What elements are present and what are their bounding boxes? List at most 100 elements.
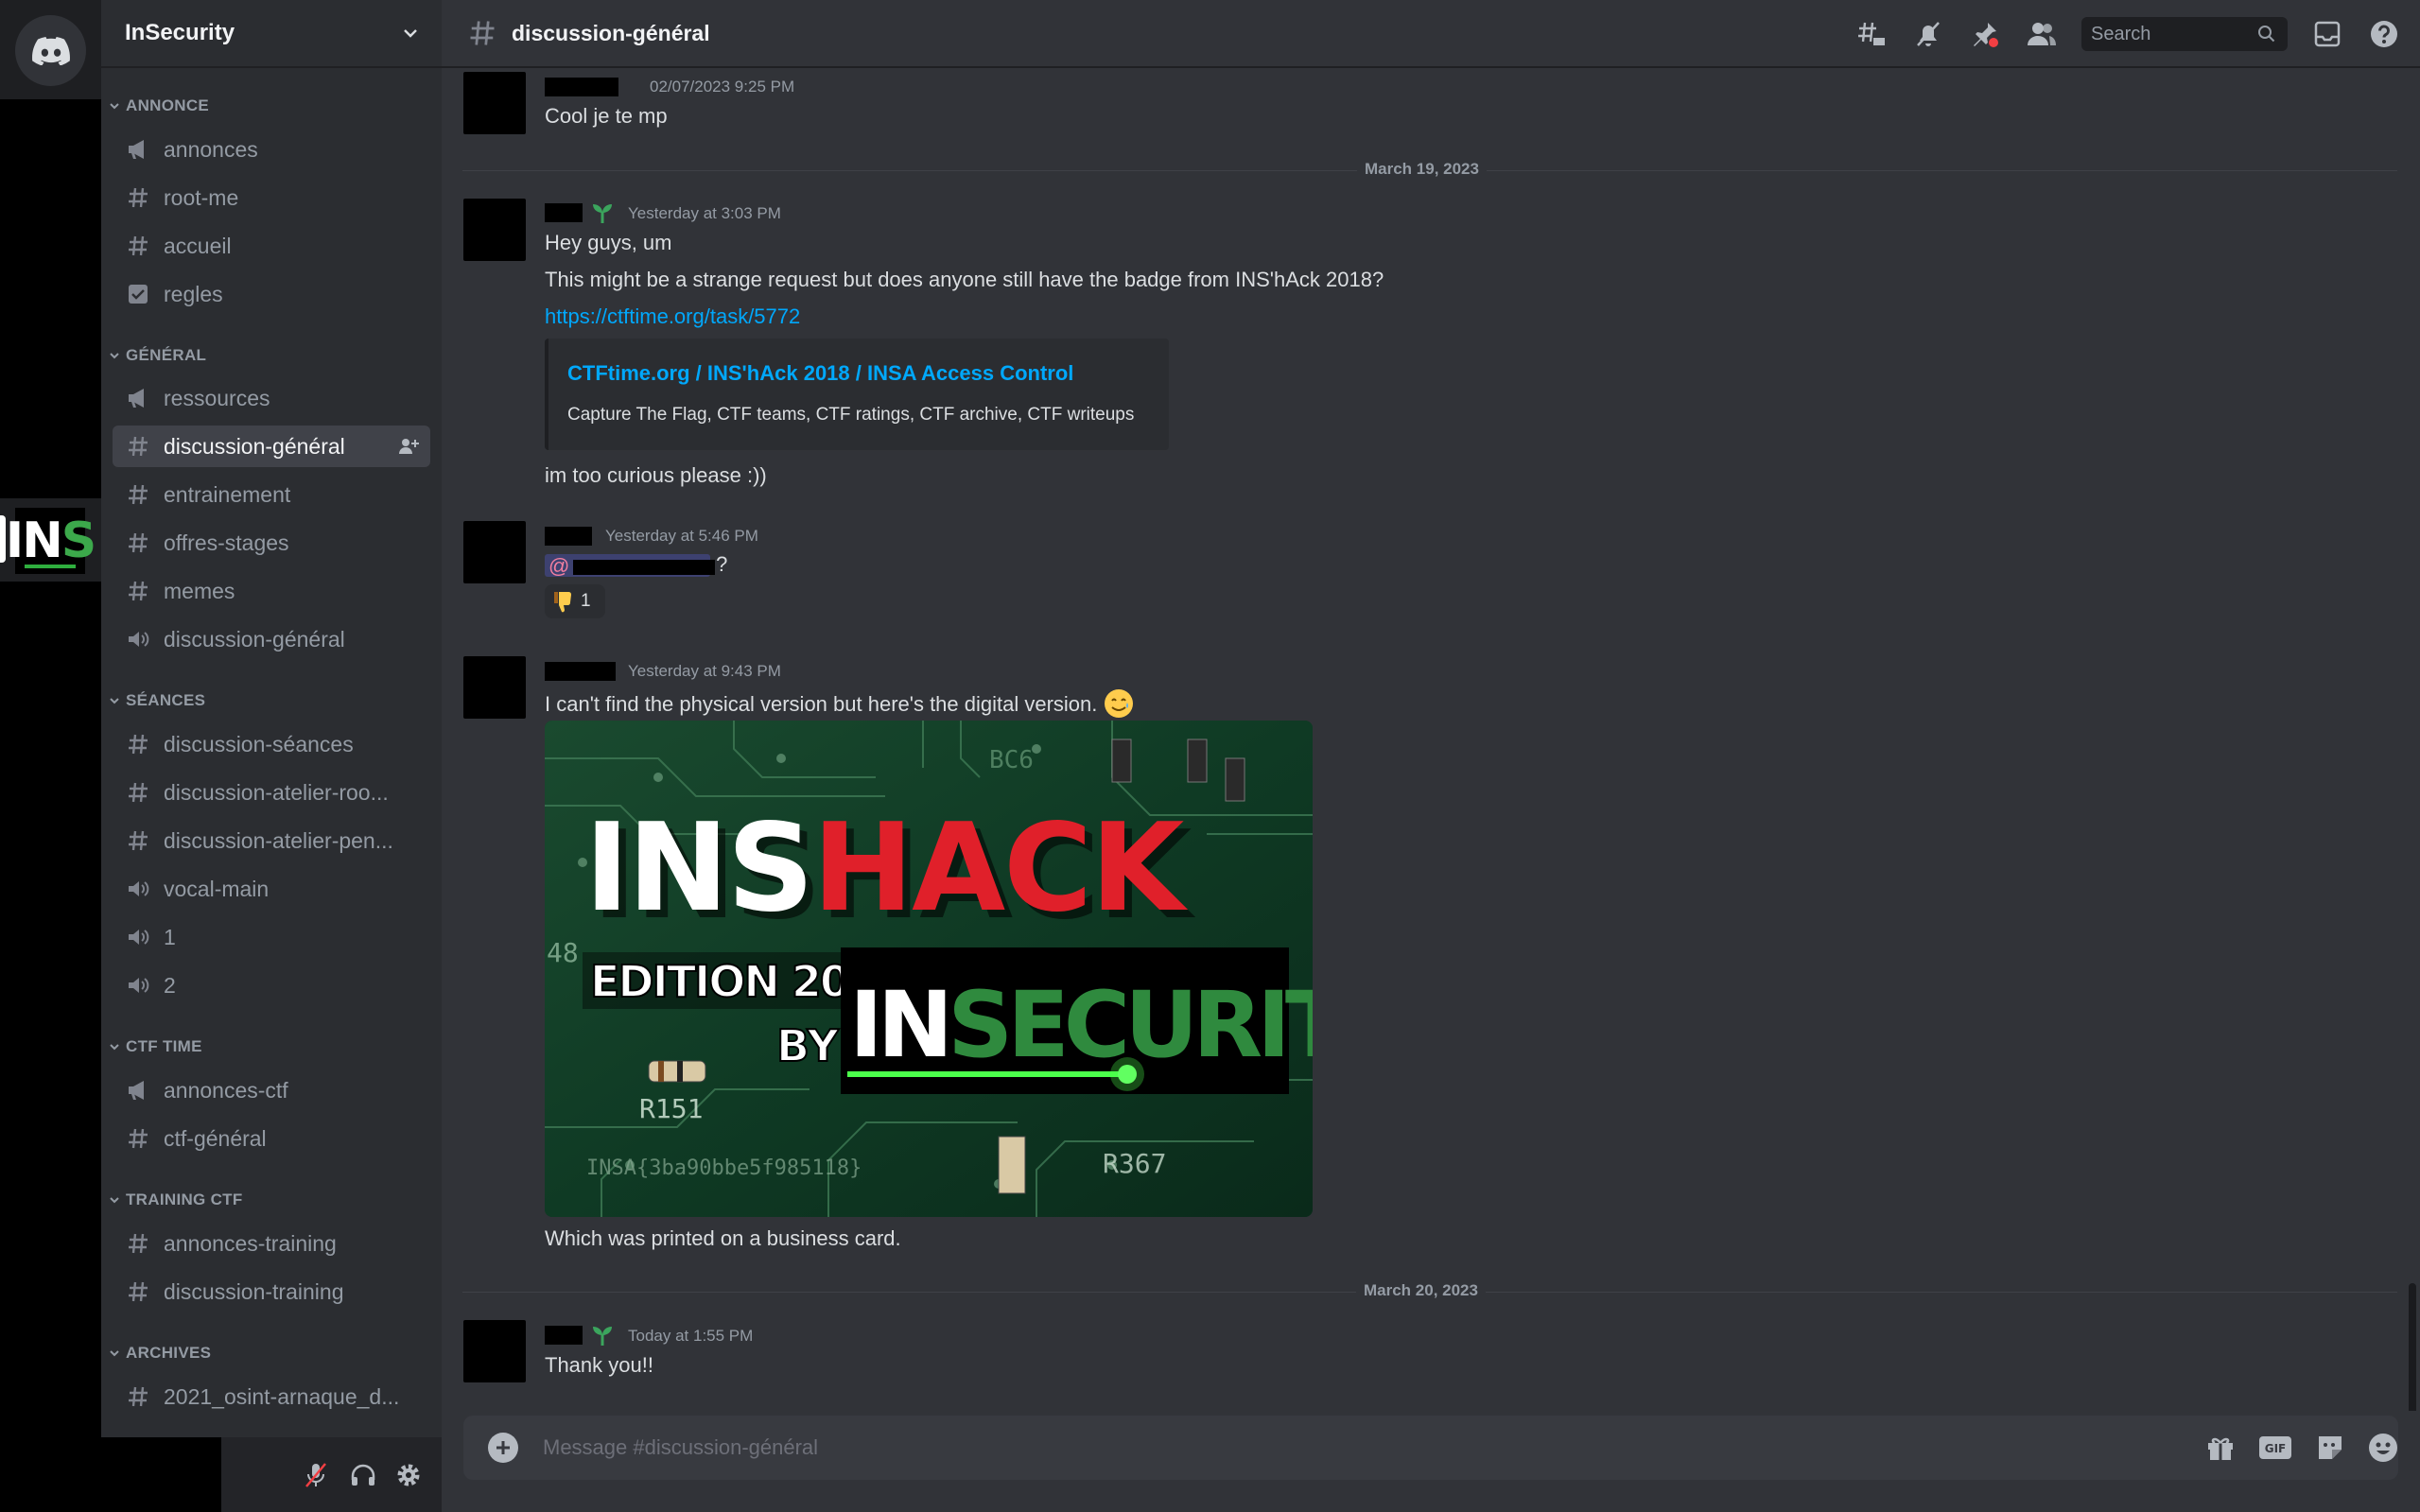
attach-button[interactable]: [488, 1433, 518, 1463]
username-redacted[interactable]: [545, 203, 583, 222]
user-mention[interactable]: @: [545, 554, 716, 579]
category-ctf-time[interactable]: CTF TIME: [109, 1037, 202, 1056]
reaction-thumbs-down[interactable]: 1: [545, 584, 605, 618]
channel-ctf-general[interactable]: ctf-général: [113, 1118, 430, 1159]
channel-discussion-general-voice[interactable]: discussion-général: [113, 618, 430, 660]
channel-annonces-training[interactable]: annonces-training: [113, 1223, 430, 1264]
threads-button[interactable]: [1854, 17, 1889, 51]
channel-voice-2[interactable]: 2: [113, 965, 430, 1006]
search-input[interactable]: Search: [2081, 17, 2288, 51]
speaker-icon: [126, 627, 150, 652]
message-text: Thank you!!: [545, 1353, 653, 1377]
user-settings-button[interactable]: [392, 1458, 426, 1492]
channel-osint[interactable]: 2021_osint-arnaque_d...: [113, 1376, 430, 1417]
category-archives[interactable]: ARCHIVES: [109, 1344, 211, 1363]
avatar[interactable]: [463, 521, 526, 583]
speaker-icon: [126, 973, 150, 998]
search-placeholder: Search: [2091, 23, 2151, 44]
message-link[interactable]: https://ctftime.org/task/5772: [545, 304, 800, 329]
reaction-count: 1: [581, 591, 591, 611]
channel-discussion-atelier-roo[interactable]: discussion-atelier-roo...: [113, 772, 430, 813]
threads-icon: [1858, 22, 1885, 45]
hash-icon: [126, 579, 150, 603]
avatar[interactable]: [463, 656, 526, 719]
avatar[interactable]: [463, 199, 526, 261]
channel-voice-1[interactable]: 1: [113, 916, 430, 958]
channel-annonces-ctf[interactable]: annonces-ctf: [113, 1069, 430, 1111]
username-redacted[interactable]: [545, 527, 592, 546]
category-general[interactable]: GÉNÉRAL: [109, 346, 206, 365]
gif-button[interactable]: GIF: [2258, 1431, 2292, 1465]
notifications-button[interactable]: [1911, 17, 1945, 51]
channel-accueil[interactable]: accueil: [113, 225, 430, 267]
channel-vocal-main[interactable]: vocal-main: [113, 868, 430, 910]
hash-icon: [126, 234, 150, 258]
pin-icon: [1974, 23, 1998, 47]
date-divider-label: March 19, 2023: [1357, 160, 1487, 179]
mention-at: @: [548, 554, 570, 579]
badge-label-r367: R367: [1103, 1148, 1166, 1179]
discord-home-button[interactable]: [15, 15, 86, 86]
channel-discussion-atelier-pen[interactable]: discussion-atelier-pen...: [113, 820, 430, 861]
speaker-icon: [126, 925, 150, 949]
emoji-icon: [2369, 1434, 2397, 1462]
discord-logo-icon: [31, 36, 70, 65]
badge-graphic: BC6 48 INSHACK INSHACK EDITION 2018 BY I…: [545, 721, 1313, 1217]
message-timestamp: Yesterday at 3:03 PM: [628, 204, 781, 222]
mention-redacted: [573, 560, 716, 576]
channel-label: 2021_osint-arnaque_d...: [164, 1383, 400, 1409]
help-button[interactable]: [2367, 17, 2401, 51]
sticker-button[interactable]: [2313, 1431, 2347, 1465]
embed-title-link[interactable]: CTFtime.org / INS'hAck 2018 / INSA Acces…: [567, 361, 1073, 386]
channel-label: discussion-atelier-roo...: [164, 779, 389, 805]
channel-offres-stages[interactable]: offres-stages: [113, 522, 430, 564]
avatar[interactable]: [463, 72, 526, 134]
category-label: CTF TIME: [126, 1037, 202, 1055]
channel-annonces[interactable]: annonces: [113, 129, 430, 170]
channel-discussion-general[interactable]: discussion-général: [113, 426, 430, 467]
channel-label: ctf-général: [164, 1125, 267, 1151]
bell-muted-icon: [1917, 22, 1940, 46]
channel-discussion-seances[interactable]: discussion-séances: [113, 723, 430, 765]
message-text: @ ?: [545, 552, 727, 579]
deafen-button[interactable]: [346, 1458, 380, 1492]
pinned-messages-button[interactable]: [1968, 17, 2002, 51]
user-info-redacted: [0, 1437, 221, 1512]
channel-memes[interactable]: memes: [113, 570, 430, 612]
svg-text:GIF: GIF: [2265, 1442, 2287, 1455]
chevron-down-icon: [110, 698, 119, 704]
inshack-badge-image[interactable]: BC6 48 INSHACK INSHACK EDITION 2018 BY I…: [545, 721, 1313, 1217]
category-annonce[interactable]: ANNONCE: [109, 96, 209, 115]
server-icon-insecurity[interactable]: IN S: [0, 498, 101, 582]
channel-label: discussion-atelier-pen...: [164, 827, 393, 853]
channel-entrainement[interactable]: entrainement: [113, 474, 430, 515]
channel-ressources[interactable]: ressources: [113, 377, 430, 419]
category-training-ctf[interactable]: TRAINING CTF: [109, 1190, 243, 1209]
message-timestamp: Today at 1:55 PM: [628, 1327, 754, 1345]
message-input[interactable]: [543, 1416, 1867, 1480]
username-redacted[interactable]: [545, 78, 618, 96]
badge-in: IN: [849, 972, 948, 1078]
channel-label: entrainement: [164, 481, 291, 507]
member-list-button[interactable]: [2025, 17, 2059, 51]
channel-regles[interactable]: regles: [113, 273, 430, 315]
avatar[interactable]: [463, 1320, 526, 1382]
message-scrollbar[interactable]: [2409, 1283, 2416, 1411]
emoji-button[interactable]: [2366, 1431, 2400, 1465]
gift-button[interactable]: [2203, 1431, 2237, 1465]
channel-discussion-training[interactable]: discussion-training: [113, 1271, 430, 1312]
headphones-icon: [351, 1464, 375, 1486]
channel-label: annonces: [164, 136, 258, 162]
add-member-icon[interactable]: [398, 436, 419, 457]
username-redacted[interactable]: [545, 662, 616, 681]
server-header[interactable]: InSecurity: [101, 0, 442, 68]
gif-icon: GIF: [2259, 1436, 2291, 1459]
category-seances[interactable]: SÉANCES: [109, 691, 205, 710]
hash-icon: [126, 1384, 150, 1409]
chevron-down-icon: [110, 1197, 119, 1204]
mute-mic-button[interactable]: [299, 1458, 333, 1492]
username-redacted[interactable]: [545, 1326, 583, 1345]
channel-root-me[interactable]: root-me: [113, 177, 430, 218]
message-text: Which was printed on a business card.: [545, 1226, 901, 1250]
inbox-button[interactable]: [2310, 17, 2344, 51]
